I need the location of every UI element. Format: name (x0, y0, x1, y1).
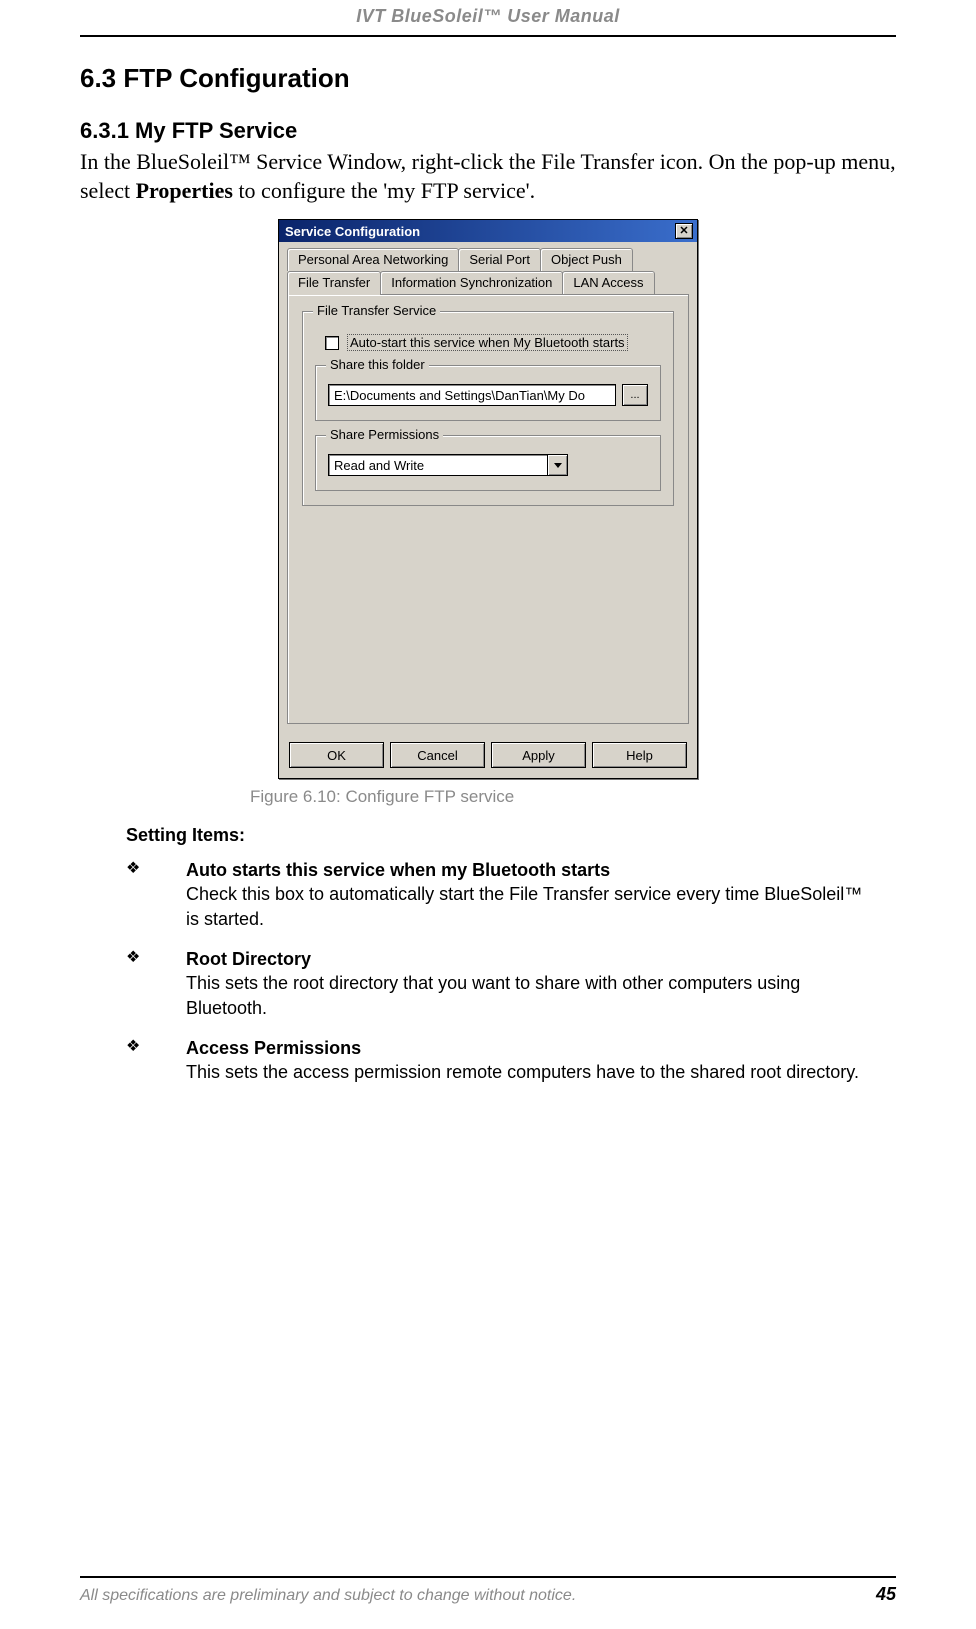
tab-info-sync[interactable]: Information Synchronization (380, 271, 563, 294)
tab-pan[interactable]: Personal Area Networking (287, 248, 459, 271)
setting-item-body: Check this box to automatically start th… (186, 882, 896, 931)
setting-items-heading: Setting Items: (126, 825, 896, 846)
setting-item-body: This sets the access permission remote c… (186, 1060, 896, 1084)
bullet-icon: ❖ (126, 1036, 186, 1060)
setting-item-title: Auto starts this service when my Bluetoo… (186, 858, 610, 882)
setting-item-body: This sets the root directory that you wa… (186, 971, 896, 1020)
figure-caption: Figure 6.10: Configure FTP service (250, 787, 896, 807)
page-number: 45 (876, 1584, 896, 1605)
service-config-dialog: Service Configuration ✕ Personal Area Ne… (278, 219, 698, 779)
setting-item-access-permissions: ❖ Access Permissions This sets the acces… (126, 1036, 896, 1085)
header-rule (80, 35, 896, 37)
share-folder-label: Share this folder (326, 357, 429, 372)
cancel-button[interactable]: Cancel (390, 742, 485, 768)
section-heading-2: 6.3.1 My FTP Service (80, 118, 896, 144)
group-share-permissions: Share Permissions Read and Write (315, 435, 661, 491)
bullet-icon: ❖ (126, 947, 186, 971)
setting-item-root-directory: ❖ Root Directory This sets the root dire… (126, 947, 896, 1020)
close-icon: ✕ (679, 226, 688, 237)
share-perm-combo[interactable]: Read and Write (328, 454, 568, 476)
help-button[interactable]: Help (592, 742, 687, 768)
intro-paragraph: In the BlueSoleil™ Service Window, right… (80, 148, 896, 205)
tab-serial-port[interactable]: Serial Port (458, 248, 541, 271)
share-perm-label: Share Permissions (326, 427, 443, 442)
autostart-label: Auto-start this service when My Bluetoot… (347, 334, 628, 351)
footer-rule (80, 1576, 896, 1578)
setting-item-title: Access Permissions (186, 1036, 361, 1060)
dialog-titlebar[interactable]: Service Configuration ✕ (279, 220, 697, 242)
intro-strong: Properties (136, 178, 233, 203)
ok-button[interactable]: OK (289, 742, 384, 768)
autostart-checkbox[interactable] (325, 336, 339, 350)
combo-dropdown-button[interactable] (548, 454, 568, 476)
dialog-title: Service Configuration (285, 224, 420, 239)
intro-text-b: to configure the 'my FTP service'. (233, 178, 535, 203)
browse-button[interactable]: ... (622, 384, 648, 406)
group-share-folder: Share this folder E:\Documents and Setti… (315, 365, 661, 421)
share-folder-input[interactable]: E:\Documents and Settings\DanTian\My Do (328, 384, 616, 406)
group-file-transfer-service: File Transfer Service Auto-start this se… (302, 311, 674, 506)
page-footer: All specifications are preliminary and s… (80, 1576, 896, 1605)
footer-note: All specifications are preliminary and s… (80, 1587, 576, 1605)
section-heading-1: 6.3 FTP Configuration (80, 63, 896, 94)
tab-file-transfer[interactable]: File Transfer (287, 271, 381, 295)
setting-item-autostart: ❖ Auto starts this service when my Bluet… (126, 858, 896, 931)
tab-panel-file-transfer: File Transfer Service Auto-start this se… (287, 294, 689, 724)
close-button[interactable]: ✕ (675, 223, 693, 239)
share-perm-value: Read and Write (328, 454, 548, 476)
chevron-down-icon (554, 463, 562, 468)
tab-object-push[interactable]: Object Push (540, 248, 633, 271)
tab-lan-access[interactable]: LAN Access (562, 271, 654, 294)
doc-header-title: IVT BlueSoleil™ User Manual (80, 0, 896, 27)
apply-button[interactable]: Apply (491, 742, 586, 768)
setting-item-title: Root Directory (186, 947, 311, 971)
bullet-icon: ❖ (126, 858, 186, 882)
group-label-main: File Transfer Service (313, 303, 440, 318)
